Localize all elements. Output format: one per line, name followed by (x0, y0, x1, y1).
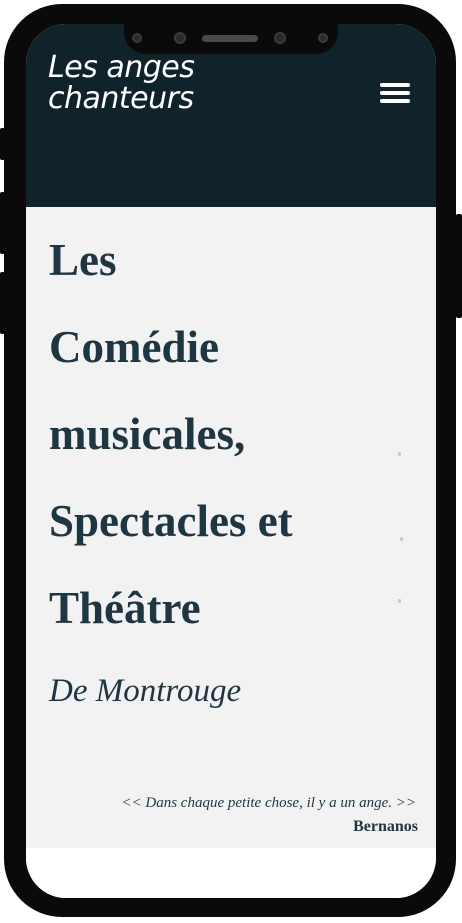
site-logo[interactable]: Les anges chanteurs (48, 50, 195, 116)
menu-bar (380, 99, 410, 103)
logo-line-1: Les anges (48, 50, 195, 85)
hero-title-line: Les (49, 235, 117, 285)
phone-side-button (0, 192, 5, 254)
hero-section: Les Comédie musicales, Spectacles et Thé… (26, 207, 436, 848)
camera-icon (274, 32, 286, 44)
sensor-icon (132, 33, 142, 43)
phone-notch (124, 24, 338, 54)
phone-side-button (456, 214, 462, 318)
sensor-icon (318, 33, 328, 43)
hero-title-line: Spectacles et (49, 496, 293, 546)
camera-icon (174, 32, 186, 44)
phone-side-button (0, 272, 5, 334)
page-bottom-area (26, 848, 436, 898)
speaker-icon (202, 35, 258, 42)
menu-bar (380, 83, 410, 87)
menu-bar (380, 91, 410, 95)
hero-title-line: musicales, (49, 409, 246, 459)
hero-quote: << Dans chaque petite chose, il y a un a… (121, 795, 416, 811)
logo-line-2: chanteurs (48, 81, 194, 116)
hero-subtitle: De Montrouge (49, 673, 242, 709)
hamburger-menu-icon[interactable] (380, 82, 412, 106)
hero-title-line: Théâtre (49, 583, 201, 633)
hero-title-line: Comédie (49, 322, 219, 372)
phone-side-button (0, 128, 5, 160)
phone-screen: Les anges chanteurs Les Comédie musicale… (26, 24, 436, 898)
hero-title: Les Comédie musicales, Spectacles et Thé… (49, 217, 429, 652)
quote-author: Bernanos (353, 818, 418, 835)
